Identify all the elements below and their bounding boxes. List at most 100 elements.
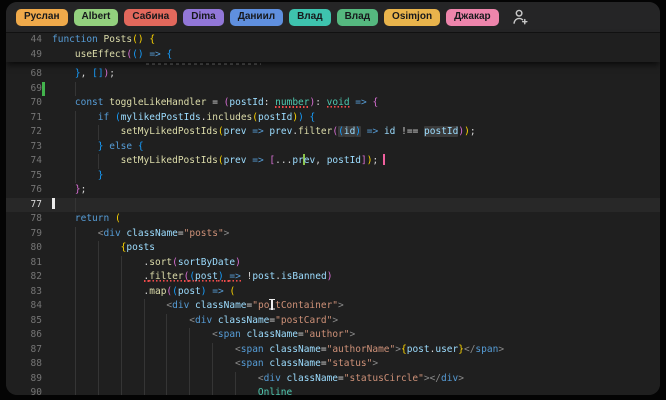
indent-guide [120,270,122,285]
indent-guide [212,357,214,372]
line-number: 82 [30,271,42,282]
user-chip[interactable]: Dima [183,8,224,26]
code-token: ; [80,184,87,195]
code-text: <div className="po tContainer"> [42,299,660,314]
user-chip[interactable]: Сабина [124,8,178,26]
code-token: className [246,329,298,340]
code-line[interactable]: 89 <div className="statusCircle"></div> [6,371,660,386]
code-line[interactable]: 73 } else { [6,139,660,154]
code-token: > [372,358,379,369]
user-chip[interactable]: Albert [73,8,119,26]
line-number: 90 [30,387,42,395]
code-line[interactable]: 49 useEffect(() => { [6,48,660,63]
code-text: .map((post) => ( [42,284,660,299]
indent-guide [74,284,76,299]
code-line[interactable]: 87 <span className="authorName">{post.us… [6,342,660,357]
code-token: , [315,155,327,166]
code-line[interactable]: 79 <div className="posts"> [6,226,660,241]
indent-guide [166,342,168,357]
code-token: { [137,140,144,152]
indent-guide [120,371,122,386]
indent-guide [143,299,145,314]
code-token: span [475,343,499,355]
code-token: if [97,111,110,123]
code-token: mylikedPostIds [120,111,201,123]
code-token: > [332,314,339,326]
user-chip[interactable]: Даниил [229,8,284,26]
code-line[interactable]: 72 setMyLikedPostIds(prev => prev.filter… [6,125,660,140]
code-editor[interactable]: 44 function Posts() {49 useEffect(() => {… [6,33,660,395]
code-text: }, []); [42,67,660,82]
code-line[interactable]: 44 function Posts() { [6,33,660,48]
code-token: id [383,126,396,137]
indent-guide [189,386,191,395]
code-line[interactable]: 81 .sort(sortByDate) [6,255,660,270]
indent-guide [143,342,145,357]
code-token: tContainer" [275,300,339,311]
user-chip[interactable]: Osimjon [384,8,441,26]
indent-guide [97,241,99,256]
indent-guide [74,342,76,357]
indent-guide [166,386,168,395]
code-line[interactable]: 90 Online [6,386,660,395]
code-text: {posts [42,241,660,256]
code-token: div [441,372,459,384]
code-token: ... [275,155,293,166]
user-chip[interactable]: Влад [336,8,379,26]
indent-guide [212,342,214,357]
code-line[interactable]: 83 .map((post) => ( [6,284,660,299]
code-line[interactable]: 80 {posts [6,241,660,256]
code-line[interactable]: 70 const toggleLikeHandler = (postId: nu… [6,96,660,111]
code-line[interactable]: 78 return ( [6,212,660,227]
code-token: setMyLikedPostIds [120,155,218,166]
user-chip[interactable]: Влад [289,8,331,26]
code-token: const [74,97,104,108]
code-line[interactable]: 88 <span className="status"> [6,357,660,372]
indent-guide [97,255,99,270]
clipped-code-fragment [146,63,261,66]
code-token: => [149,48,161,60]
line-number: 70 [30,97,42,108]
code-line[interactable]: 85 <div className="postCard"> [6,313,660,328]
indent-guide [97,371,99,386]
code-text: function Posts() { [42,33,660,48]
code-token: , [80,68,93,79]
code-line[interactable]: 76 }; [6,183,660,198]
code-line[interactable]: 77 [6,197,660,212]
indent-guide [120,284,122,299]
line-number: 83 [30,285,42,297]
code-token: "statusCircle" [343,372,424,384]
remote-caret-pink [382,154,385,165]
code-line[interactable]: 84 <div className="po tContainer"> [6,299,660,314]
indent-guide [74,226,76,241]
code-lines[interactable]: 68 }, []); 69 70 const toggleLikeHandler =… [6,67,660,395]
code-line[interactable]: 82 .filter((post) => !post.isBanned) [6,270,660,285]
code-line[interactable]: 75 } [6,168,660,183]
code-text: <div className="statusCircle"></div> [42,371,660,386]
code-line[interactable]: 71 if (mylikedPostIds.includes(postId)) … [6,110,660,125]
code-text: .filter((post) => !post.isBanned) [42,270,660,285]
indent-guide [74,299,76,314]
code-token: function [52,34,98,45]
code-line[interactable]: 69 [6,81,660,96]
code-line[interactable]: 68 }, []); [6,67,660,82]
user-chip[interactable]: Руслан [16,8,68,26]
line-number: 89 [30,372,42,384]
code-line[interactable]: 86 <span className="author"> [6,328,660,343]
code-token: sortByDate [177,256,236,268]
code-token: div [263,372,281,384]
code-token: isBanned [280,271,327,282]
code-token: div [172,300,190,311]
code-token: "status" [326,358,373,369]
line-number: 88 [30,358,42,369]
indent-guide [189,357,191,372]
code-token: ) [326,271,333,282]
code-line[interactable]: 74 setMyLikedPostIds(prev => [...prev, p… [6,154,660,169]
invite-user-button[interactable] [509,6,531,28]
code-text: } [42,168,660,183]
code-text: const toggleLikeHandler = (postId: numbe… [42,96,660,111]
user-chip[interactable]: Джакар [446,8,499,26]
sticky-scroll-lines[interactable]: 44 function Posts() {49 useEffect(() => { [6,33,660,62]
code-token: postId [229,97,264,108]
